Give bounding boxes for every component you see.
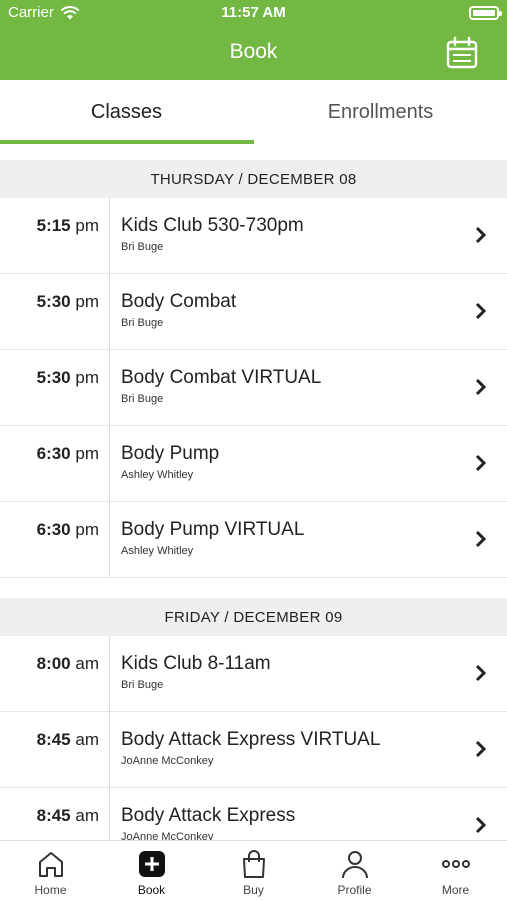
class-instructor: JoAnne McConkey	[121, 755, 214, 767]
class-instructor: JoAnne McConkey	[121, 831, 214, 840]
tab-classes[interactable]: Classes	[0, 80, 253, 144]
tabbar-label: Book	[137, 883, 166, 897]
bottom-tab-bar: Home Book Buy Profile More	[0, 840, 507, 900]
battery-icon	[469, 6, 502, 20]
class-row[interactable]: 5:15 pm Kids Club 530-730pm Bri Buge	[0, 198, 507, 274]
tabbar-label: More	[441, 883, 470, 897]
class-instructor: Bri Buge	[121, 317, 164, 329]
tabbar-more[interactable]: More	[405, 841, 506, 900]
person-icon	[342, 851, 368, 879]
day-header: FRIDAY / DECEMBER 09	[0, 598, 507, 636]
tabbar-home[interactable]: Home	[0, 841, 101, 900]
chevron-right-icon	[475, 816, 487, 834]
row-divider	[109, 502, 110, 577]
class-time: 6:30 pm	[36, 444, 99, 463]
class-name: Kids Club 530-730pm	[121, 215, 304, 236]
day-header: THURSDAY / DECEMBER 08	[0, 160, 507, 198]
chevron-right-icon	[475, 226, 487, 244]
status-time: 11:57 AM	[221, 4, 286, 21]
chevron-right-icon	[475, 302, 487, 320]
class-instructor: Ashley Whitley	[121, 469, 194, 481]
tabbar-book[interactable]: Book	[101, 841, 202, 900]
class-time: 5:30 pm	[36, 368, 99, 387]
chevron-right-icon	[475, 530, 487, 548]
tabbar-label: Buy	[243, 883, 264, 897]
row-divider	[109, 712, 110, 787]
class-name: Body Attack Express VIRTUAL	[121, 729, 381, 750]
row-divider	[109, 636, 110, 711]
tabbar-label: Home	[34, 883, 67, 897]
status-bar: Carrier 11:57 AM	[0, 3, 507, 23]
chevron-right-icon	[475, 454, 487, 472]
plus-square-icon	[139, 851, 165, 877]
class-time: 8:45 am	[36, 730, 99, 749]
home-icon	[39, 852, 63, 877]
tabbar-profile[interactable]: Profile	[304, 841, 405, 900]
tabbar-buy[interactable]: Buy	[203, 841, 304, 900]
chevron-right-icon	[475, 378, 487, 396]
class-time: 5:30 pm	[36, 292, 99, 311]
class-name: Body Combat VIRTUAL	[121, 367, 322, 388]
class-instructor: Ashley Whitley	[121, 545, 194, 557]
class-row[interactable]: 5:30 pm Body Combat VIRTUAL Bri Buge	[0, 350, 507, 426]
calendar-icon[interactable]	[445, 36, 479, 70]
class-instructor: Bri Buge	[121, 241, 164, 253]
class-row[interactable]: 5:30 pm Body Combat Bri Buge	[0, 274, 507, 350]
page-title: Book	[229, 40, 278, 63]
class-row[interactable]: 6:30 pm Body Pump VIRTUAL Ashley Whitley	[0, 502, 507, 578]
class-instructor: Bri Buge	[121, 679, 164, 691]
class-time: 5:15 pm	[36, 216, 99, 235]
tab-enrollments[interactable]: Enrollments	[254, 80, 507, 144]
tabbar-label: Profile	[337, 883, 372, 897]
class-row[interactable]: 8:45 am Body Attack Express VIRTUAL JoAn…	[0, 712, 507, 788]
chevron-right-icon	[475, 740, 487, 758]
class-name: Body Pump	[121, 443, 220, 464]
active-tab-indicator	[0, 140, 254, 144]
class-name: Body Pump VIRTUAL	[121, 519, 305, 540]
app-header: Carrier 11:57 AM Book	[0, 0, 507, 80]
shopping-bag-icon	[243, 850, 265, 878]
class-name: Body Attack Express	[121, 805, 296, 826]
class-name: Body Combat	[121, 291, 237, 312]
row-divider	[109, 350, 110, 425]
row-divider	[109, 198, 110, 273]
class-row[interactable]: 6:30 pm Body Pump Ashley Whitley	[0, 426, 507, 502]
segment-tabs: Classes Enrollments	[0, 80, 507, 144]
more-dots-icon	[442, 860, 470, 868]
class-name: Kids Club 8-11am	[121, 653, 271, 674]
row-divider	[109, 426, 110, 501]
class-schedule-list[interactable]: THURSDAY / DECEMBER 08 5:15 pm Kids Club…	[0, 160, 507, 840]
row-divider	[109, 788, 110, 840]
class-time: 6:30 pm	[36, 520, 99, 539]
class-row[interactable]: 8:00 am Kids Club 8-11am Bri Buge	[0, 636, 507, 712]
class-time: 8:45 am	[36, 806, 99, 825]
section-gap	[0, 578, 507, 598]
row-divider	[109, 274, 110, 349]
chevron-right-icon	[475, 664, 487, 682]
class-instructor: Bri Buge	[121, 393, 164, 405]
class-row[interactable]: 8:45 am Body Attack Express JoAnne McCon…	[0, 788, 507, 840]
class-time: 8:00 am	[36, 654, 99, 673]
